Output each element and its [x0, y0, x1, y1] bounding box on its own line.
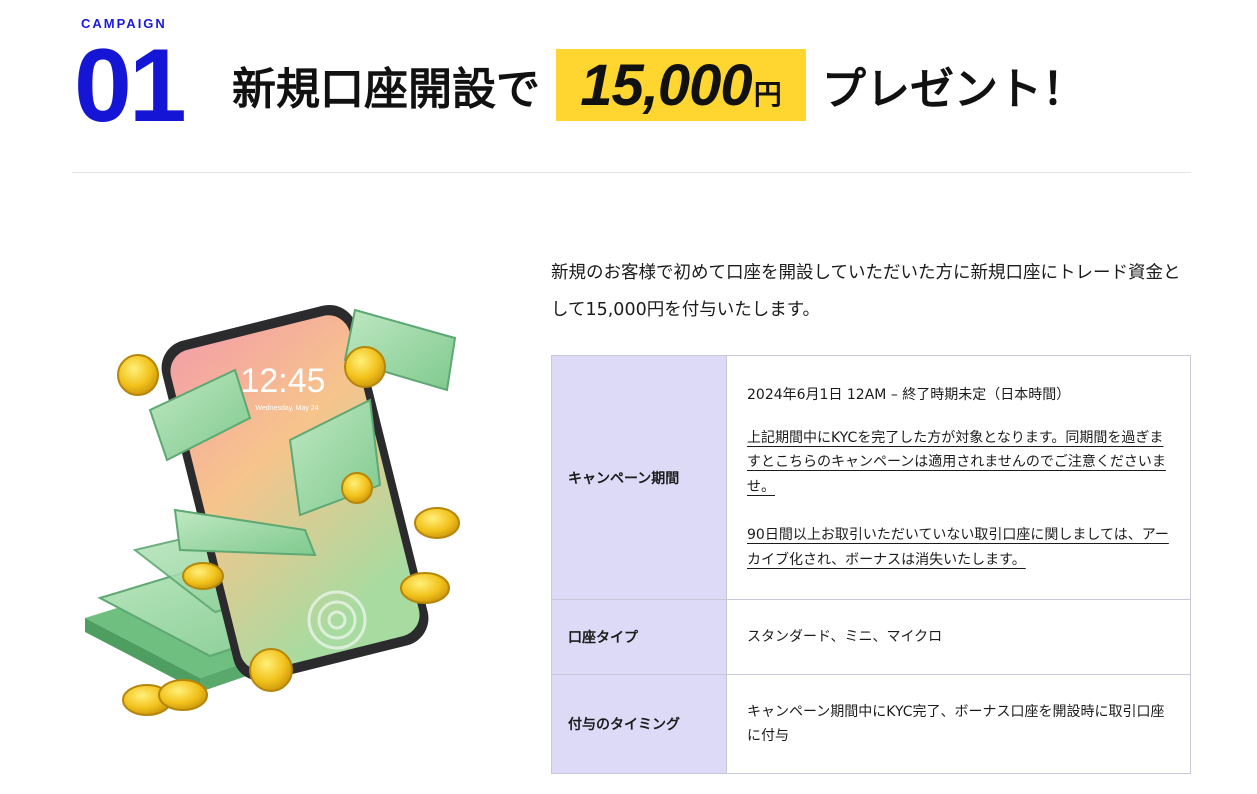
- bonus-amount: 15,000: [580, 52, 752, 118]
- timing-value: キャンペーン期間中にKYC完了、ボーナス口座を開設時に取引口座に付与: [726, 674, 1191, 774]
- table-row: キャンペーン期間 2024年6月1日 12AM – 終了時期未定（日本時間） 上…: [551, 355, 1191, 600]
- table-row: 付与のタイミング キャンペーン期間中にKYC完了、ボーナス口座を開設時に取引口座…: [551, 674, 1191, 774]
- phone-clock: 12:45: [240, 362, 325, 400]
- period-date-range: 2024年6月1日 12AM – 終了時期未定（日本時間）: [747, 387, 1071, 403]
- amount-highlight: 15,000 円: [556, 49, 806, 121]
- account-type-label: 口座タイプ: [551, 599, 727, 675]
- campaign-description: 新規のお客様で初めて口座を開設していただいた方に新規口座にトレード資金として15…: [551, 263, 1181, 320]
- campaign-number: 01: [74, 28, 187, 144]
- section-divider: [72, 172, 1191, 173]
- phone-money-illustration: 12:45 Wednesday, May 24: [85, 304, 460, 716]
- account-type-value: スタンダード、ミニ、マイクロ: [726, 599, 1191, 675]
- headline-suffix: プレゼント！: [822, 64, 1086, 115]
- campaign-headline: 新規口座開設で 15,000 円 プレゼント！: [232, 48, 1086, 122]
- timing-label: 付与のタイミング: [551, 674, 727, 774]
- bonus-unit: 円: [753, 78, 782, 111]
- period-label: キャンペーン期間: [551, 355, 727, 600]
- kyc-deadline-note: 上記期間中にKYCを完了した方が対象となります。同期間を過ぎますとこちらのキャン…: [747, 429, 1166, 495]
- period-value: 2024年6月1日 12AM – 終了時期未定（日本時間） 上記期間中にKYCを…: [726, 355, 1191, 600]
- campaign-details-table: キャンペーン期間 2024年6月1日 12AM – 終了時期未定（日本時間） 上…: [551, 355, 1191, 774]
- table-row: 口座タイプ スタンダード、ミニ、マイクロ: [551, 599, 1191, 675]
- phone-date: Wednesday, May 24: [255, 405, 318, 412]
- archive-note: 90日間以上お取引いただいていない取引口座に関しましては、アーカイブ化され、ボー…: [747, 527, 1169, 568]
- headline-prefix: 新規口座開設で: [232, 64, 540, 115]
